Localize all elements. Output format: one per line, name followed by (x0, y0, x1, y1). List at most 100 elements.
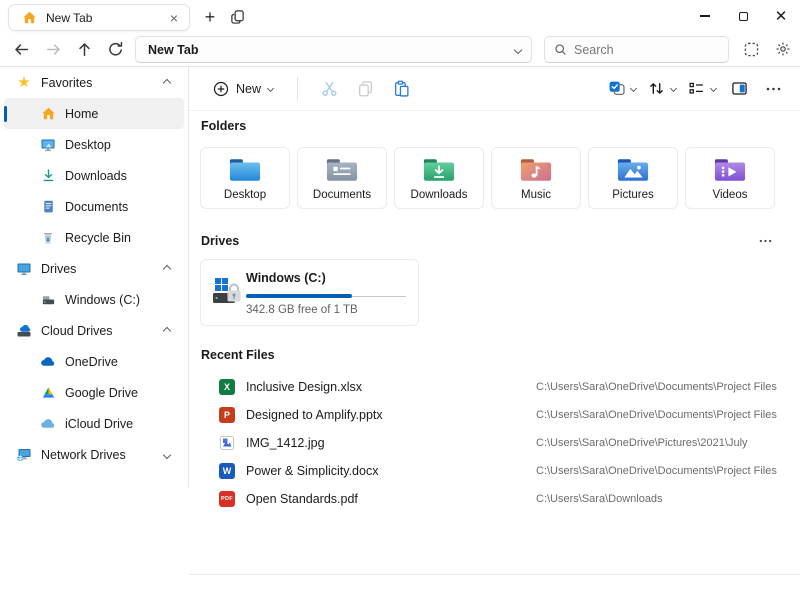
folder-card-pictures[interactable]: Pictures (588, 147, 678, 209)
home-icon (40, 106, 56, 122)
sidebar-item-recycle-bin[interactable]: Recycle Bin (4, 222, 184, 253)
file-row[interactable]: W Power & Simplicity.docx C:\Users\Sara\… (200, 457, 792, 485)
folder-card-desktop[interactable]: Desktop (200, 147, 290, 209)
pdf-file-icon: PDF (219, 491, 235, 507)
chevron-up-icon[interactable] (163, 264, 171, 272)
chevron-down-icon (267, 85, 274, 92)
command-toolbar: New (189, 67, 800, 110)
sidebar-item-google-drive[interactable]: Google Drive (4, 377, 184, 408)
cut-button[interactable] (314, 74, 344, 104)
tab-list-icon[interactable] (230, 9, 245, 24)
minimize-icon (700, 15, 710, 16)
main-pane: New (189, 67, 800, 600)
chevron-down-icon (670, 85, 677, 92)
chevron-down-icon[interactable] (163, 450, 171, 458)
file-row[interactable]: PDF Open Standards.pdf C:\Users\Sara\Dow… (200, 485, 792, 513)
tab-bar: New Tab × + ✕ (0, 0, 800, 33)
close-icon: ✕ (775, 9, 788, 24)
sidebar-section-drives[interactable]: Drives (4, 253, 184, 284)
circle-plus-icon (213, 81, 229, 97)
download-icon (40, 168, 56, 184)
file-row[interactable]: P Designed to Amplify.pptx C:\Users\Sara… (200, 401, 792, 429)
address-value: New Tab (148, 43, 515, 57)
view-menu[interactable] (684, 80, 720, 97)
search-box[interactable] (544, 36, 729, 63)
sidebar-item-desktop[interactable]: Desktop (4, 129, 184, 160)
drives-heading: Drives (201, 234, 239, 248)
sidebar-section-cloud-drives[interactable]: Cloud Drives (4, 315, 184, 346)
icloud-icon (40, 416, 56, 432)
cloud-drive-icon (16, 323, 32, 339)
desktop-folder-icon (227, 156, 263, 184)
document-icon (40, 199, 56, 215)
preview-pane-button[interactable] (724, 74, 754, 104)
window-controls: ✕ (686, 0, 800, 32)
onedrive-icon (40, 354, 56, 370)
sort-menu[interactable] (644, 80, 680, 97)
image-file-icon (218, 434, 236, 452)
videos-folder-icon (712, 156, 748, 184)
chevron-down-icon (630, 85, 637, 92)
minimize-button[interactable] (686, 0, 724, 32)
music-folder-icon (518, 156, 554, 184)
sidebar-section-network-drives[interactable]: Network Drives (4, 439, 184, 470)
folder-card-documents[interactable]: Documents (297, 147, 387, 209)
chevron-up-icon[interactable] (163, 78, 171, 86)
sidebar-item-windows-c[interactable]: Windows (C:) (4, 284, 184, 315)
downloads-folder-icon (421, 156, 457, 184)
word-file-icon: W (219, 463, 235, 479)
folder-card-music[interactable]: Music (491, 147, 581, 209)
folders-grid: Desktop Documents Downloads Music Pictur… (200, 147, 775, 209)
sidebar: ★ Favorites Home Desktop Downloads Docum… (0, 67, 188, 600)
toolbar-divider (297, 77, 298, 101)
home-icon (22, 10, 37, 25)
new-tab-button[interactable]: + (198, 6, 222, 30)
powerpoint-file-icon: P (219, 407, 235, 423)
selection-accent (4, 106, 7, 122)
star-icon: ★ (16, 75, 32, 91)
recent-files-heading: Recent Files (201, 348, 275, 362)
search-input[interactable] (574, 43, 704, 57)
forward-button[interactable] (42, 38, 64, 60)
sidebar-item-home[interactable]: Home (4, 98, 184, 129)
maximize-button[interactable] (724, 0, 762, 32)
search-icon (554, 43, 567, 56)
more-options-button[interactable] (758, 74, 788, 104)
paste-button[interactable] (386, 74, 416, 104)
sidebar-item-documents[interactable]: Documents (4, 191, 184, 222)
settings-gear-icon[interactable] (772, 38, 794, 60)
file-row[interactable]: X Inclusive Design.xlsx C:\Users\Sara\On… (200, 373, 792, 401)
sidebar-item-downloads[interactable]: Downloads (4, 160, 184, 191)
folder-card-downloads[interactable]: Downloads (394, 147, 484, 209)
sidebar-item-onedrive[interactable]: OneDrive (4, 346, 184, 377)
copy-button[interactable] (350, 74, 380, 104)
monitor-icon (16, 261, 32, 277)
desktop-icon (40, 137, 56, 153)
file-row[interactable]: IMG_1412.jpg C:\Users\Sara\OneDrive\Pict… (200, 429, 792, 457)
close-button[interactable]: ✕ (762, 0, 800, 32)
refresh-button[interactable] (104, 38, 126, 60)
network-drive-icon (16, 447, 32, 463)
sidebar-item-icloud-drive[interactable]: iCloud Drive (4, 408, 184, 439)
multi-select-icon[interactable] (740, 38, 762, 60)
recent-files-list: X Inclusive Design.xlsx C:\Users\Sara\On… (200, 373, 792, 513)
drive-name: Windows (C:) (246, 271, 326, 285)
tab-title: New Tab (46, 11, 167, 25)
drive-usage-text: 342.8 GB free of 1 TB (246, 304, 358, 316)
bitlocker-drive-icon (213, 276, 241, 310)
up-button[interactable] (73, 38, 95, 60)
new-button[interactable]: New (205, 75, 281, 103)
folder-card-videos[interactable]: Videos (685, 147, 775, 209)
tab-close-icon[interactable]: × (167, 10, 181, 26)
documents-folder-icon (324, 156, 360, 184)
sidebar-section-favorites[interactable]: ★ Favorites (4, 67, 184, 98)
drive-card-windows-c[interactable]: Windows (C:) 342.8 GB free of 1 TB (200, 259, 419, 326)
tab-new-tab[interactable]: New Tab × (8, 4, 190, 31)
address-bar[interactable]: New Tab (135, 36, 532, 63)
chevron-down-icon[interactable] (514, 45, 522, 53)
chevron-up-icon[interactable] (163, 326, 171, 334)
navigation-bar: New Tab (0, 33, 800, 66)
drives-more-button[interactable] (759, 239, 772, 243)
select-menu[interactable] (604, 80, 640, 97)
back-button[interactable] (10, 38, 32, 60)
